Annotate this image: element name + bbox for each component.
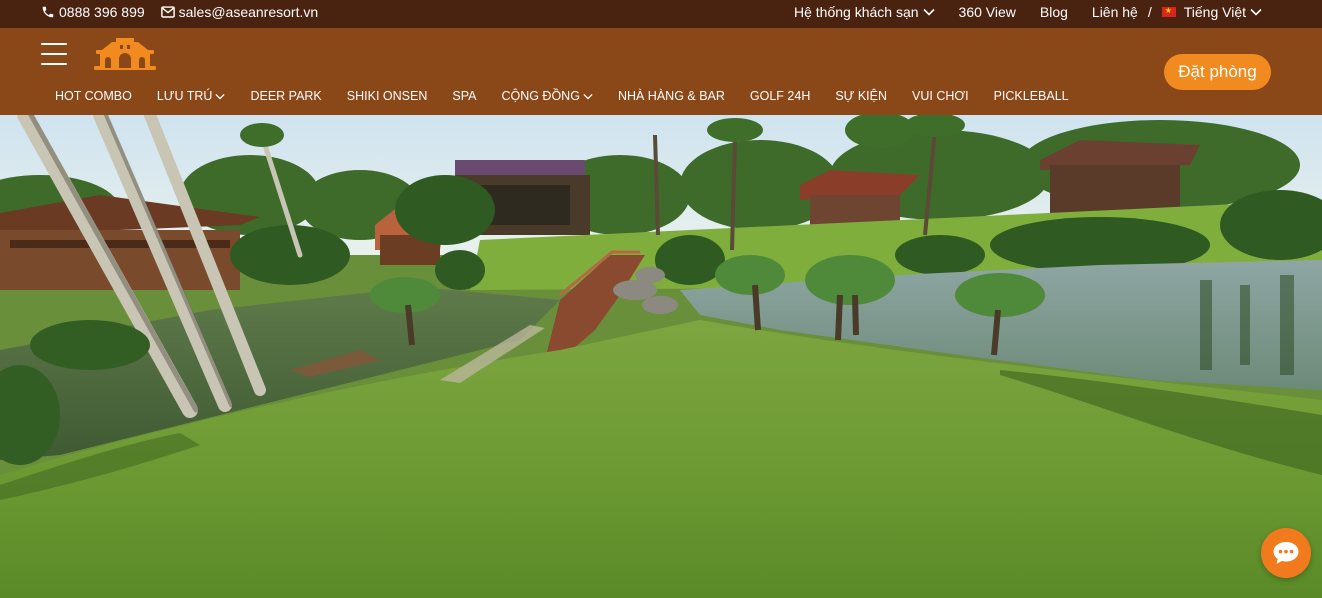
contact-link[interactable]: Liên hệ xyxy=(1092,4,1138,20)
phone-number: 0888 396 899 xyxy=(59,4,145,20)
nav-label: SPA xyxy=(452,89,477,103)
nav-accommodation[interactable]: LƯU TRÚ xyxy=(157,89,226,103)
360-view-label: 360 View xyxy=(958,4,1016,20)
resort-gate-logo-icon[interactable] xyxy=(94,38,156,70)
main-header: Đặt phòng HOT COMBO LƯU TRÚ DEER PARK SH… xyxy=(0,28,1322,115)
nav-label: LƯU TRÚ xyxy=(156,89,213,103)
top-bar: 0888 396 899 sales@aseanresort.vn Hệ thố… xyxy=(0,0,1322,28)
chat-bubble-icon xyxy=(1273,542,1299,564)
nav-community[interactable]: CỘNG ĐỒNG xyxy=(501,89,593,103)
email-link[interactable]: sales@aseanresort.vn xyxy=(160,4,319,20)
email-address: sales@aseanresort.vn xyxy=(178,4,319,20)
envelope-icon xyxy=(160,6,175,18)
nav-label: HOT COMBO xyxy=(55,89,132,103)
hotel-system-label: Hệ thống khách sạn xyxy=(794,4,919,20)
chat-button[interactable] xyxy=(1261,528,1311,578)
nav-label: VUI CHƠI xyxy=(912,89,969,103)
chevron-down-icon xyxy=(922,8,935,16)
nav-label: SỰ KIỆN xyxy=(835,89,888,103)
chevron-down-icon xyxy=(583,93,593,100)
nav-entertainment[interactable]: VUI CHƠI xyxy=(912,89,969,103)
chevron-down-icon xyxy=(215,93,226,100)
contact-info: 0888 396 899 sales@aseanresort.vn xyxy=(41,4,318,20)
blog-label: Blog xyxy=(1039,4,1068,20)
nav-label: SHIKI ONSEN xyxy=(346,89,428,103)
language-label: Tiếng Việt xyxy=(1183,4,1246,20)
hotel-system-link[interactable]: Hệ thống khách sạn xyxy=(794,4,935,20)
360-view-link[interactable]: 360 View xyxy=(959,4,1016,20)
top-links: Hệ thống khách sạn 360 View Blog Liên hệ… xyxy=(794,4,1262,20)
nav-pickleball[interactable]: PICKLEBALL xyxy=(994,89,1069,103)
language-selector[interactable]: Tiếng Việt xyxy=(1161,4,1262,20)
hamburger-menu-icon[interactable] xyxy=(41,43,67,65)
blog-link[interactable]: Blog xyxy=(1040,4,1068,20)
chevron-down-icon xyxy=(1250,8,1262,16)
nav-label: PICKLEBALL xyxy=(993,89,1069,103)
nav-deer-park[interactable]: DEER PARK xyxy=(250,89,321,103)
nav-events[interactable]: SỰ KIỆN xyxy=(835,89,887,103)
nav-golf[interactable]: GOLF 24H xyxy=(750,89,810,103)
phone-link[interactable]: 0888 396 899 xyxy=(41,4,145,20)
contact-label: Liên hệ xyxy=(1091,4,1138,20)
book-room-button[interactable]: Đặt phòng xyxy=(1164,54,1271,90)
nav-label: DEER PARK xyxy=(250,89,322,103)
nav-label: CỘNG ĐỒNG xyxy=(501,89,580,103)
nav-restaurant-bar[interactable]: NHÀ HÀNG & BAR xyxy=(618,89,725,103)
nav-label: GOLF 24H xyxy=(749,89,811,103)
nav-label: NHÀ HÀNG & BAR xyxy=(617,89,725,103)
resort-garden-lake-bridge-photo xyxy=(0,115,1322,598)
main-nav: HOT COMBO LƯU TRÚ DEER PARK SHIKI ONSEN … xyxy=(55,89,1094,103)
hero-banner xyxy=(0,115,1322,598)
separator: / xyxy=(1147,4,1152,20)
nav-hot-combo[interactable]: HOT COMBO xyxy=(55,89,132,103)
phone-icon xyxy=(42,6,54,18)
nav-shiki-onsen[interactable]: SHIKI ONSEN xyxy=(347,89,428,103)
vietnam-flag-icon xyxy=(1161,6,1176,17)
nav-spa[interactable]: SPA xyxy=(452,89,476,103)
